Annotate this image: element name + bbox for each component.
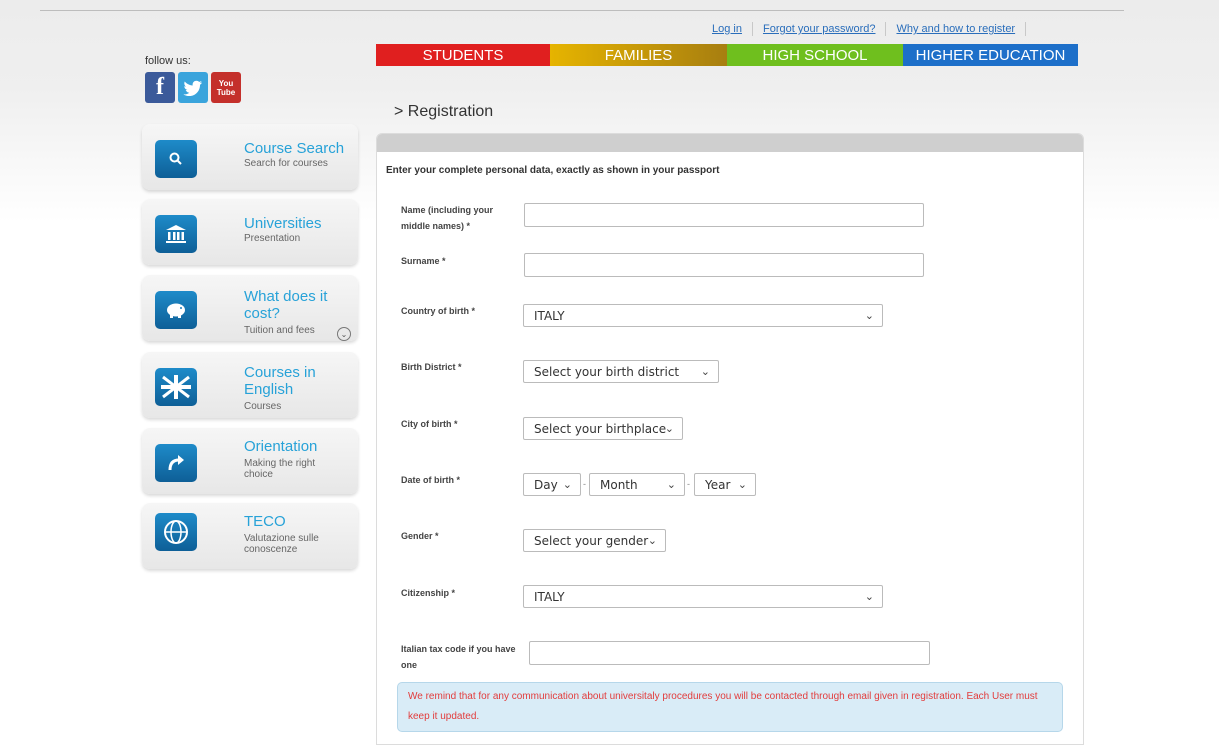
follow-label: follow us: bbox=[145, 55, 191, 67]
tab-families[interactable]: FAMILIES bbox=[550, 44, 727, 66]
tab-high-school[interactable]: HIGH SCHOOL bbox=[727, 44, 903, 66]
birth-district-select[interactable]: Select your birth district ⌄ bbox=[523, 360, 719, 383]
facebook-icon[interactable]: f bbox=[145, 72, 175, 103]
gender-value: Select your gender bbox=[534, 533, 649, 548]
country-of-birth-select[interactable]: ITALY ⌄ bbox=[523, 304, 883, 327]
twitter-icon[interactable] bbox=[178, 72, 208, 103]
citizenship-select[interactable]: ITALY ⌄ bbox=[523, 585, 883, 608]
sidebar-item-cost[interactable]: What does it cost? Tuition and fees ⌄ bbox=[142, 275, 358, 341]
top-divider bbox=[40, 10, 1124, 11]
sidebar-item-title: Course Search bbox=[244, 140, 345, 157]
search-icon bbox=[155, 140, 197, 178]
chevron-down-icon: ⌄ bbox=[700, 365, 710, 378]
sidebar-item-subtitle: Valutazione sulle conoscenze bbox=[244, 533, 319, 555]
register-info-link[interactable]: Why and how to register bbox=[886, 22, 1027, 36]
sidebar-item-subtitle: Making the right choice bbox=[244, 458, 316, 480]
dob-day-select[interactable]: Day ⌄ bbox=[523, 473, 581, 496]
dob-day-value: Day bbox=[534, 477, 558, 492]
tax-code-field[interactable] bbox=[529, 641, 930, 665]
date-separator: - bbox=[687, 479, 690, 489]
youtube-icon[interactable]: You Tube bbox=[211, 72, 241, 103]
sidebar-item-title: Courses in English bbox=[244, 364, 316, 398]
surname-field[interactable] bbox=[524, 253, 924, 277]
gender-select[interactable]: Select your gender ⌄ bbox=[523, 529, 666, 552]
city-of-birth-value: Select your birthplace bbox=[534, 421, 667, 436]
city-of-birth-select[interactable]: Select your birthplace ⌄ bbox=[523, 417, 683, 440]
sidebar-item-course-search[interactable]: Course Search Search for courses bbox=[142, 124, 358, 190]
top-tabs: STUDENTS FAMILIES HIGH SCHOOL HIGHER EDU… bbox=[376, 44, 1078, 66]
sidebar-item-title: What does it cost? bbox=[244, 288, 328, 322]
date-separator: - bbox=[583, 479, 586, 489]
piggy-bank-icon bbox=[155, 291, 197, 329]
chevron-down-icon: ⌄ bbox=[864, 590, 874, 603]
birth-district-label: Birth District * bbox=[401, 362, 462, 372]
login-link[interactable]: Log in bbox=[700, 22, 753, 36]
youtube-label-you: You bbox=[218, 78, 234, 88]
tax-code-label: Italian tax code if you have one bbox=[401, 644, 516, 670]
dob-year-value: Year bbox=[705, 477, 731, 492]
union-jack-icon bbox=[155, 368, 197, 406]
form-intro: Enter your complete personal data, exact… bbox=[386, 165, 720, 176]
sidebar-item-title: Orientation bbox=[244, 438, 318, 455]
gender-label: Gender * bbox=[401, 531, 439, 541]
birth-district-value: Select your birth district bbox=[534, 364, 680, 379]
sidebar-item-title: TECO bbox=[244, 513, 286, 530]
tab-higher-education[interactable]: HIGHER EDUCATION bbox=[903, 44, 1078, 66]
dob-year-select[interactable]: Year ⌄ bbox=[694, 473, 756, 496]
top-links: Log in Forgot your password? Why and how… bbox=[700, 20, 1027, 38]
social-links: f You Tube bbox=[145, 72, 241, 103]
sidebar-item-subtitle: Courses bbox=[244, 401, 282, 412]
globe-icon bbox=[155, 513, 197, 551]
breadcrumb: > Registration bbox=[394, 103, 494, 120]
dob-month-value: Month bbox=[600, 477, 638, 492]
youtube-label-tube: Tube bbox=[216, 87, 236, 97]
sidebar-item-subtitle: Tuition and fees bbox=[244, 325, 315, 336]
sidebar-item-subtitle: Presentation bbox=[244, 233, 301, 244]
registration-panel: Enter your complete personal data, exact… bbox=[376, 133, 1084, 745]
chevron-down-icon: ⌄ bbox=[666, 478, 676, 491]
sidebar-item-courses-english[interactable]: Courses in English Courses bbox=[142, 352, 358, 418]
city-of-birth-label: City of birth * bbox=[401, 419, 458, 429]
forgot-password-link[interactable]: Forgot your password? bbox=[753, 22, 887, 36]
university-icon bbox=[155, 215, 197, 253]
dob-month-select[interactable]: Month ⌄ bbox=[589, 473, 685, 496]
email-notice: We remind that for any communication abo… bbox=[397, 682, 1063, 732]
sidebar-item-universities[interactable]: Universities Presentation bbox=[142, 199, 358, 265]
sidebar-item-orientation[interactable]: Orientation Making the right choice bbox=[142, 428, 358, 494]
name-label: Name (including your middle names) * bbox=[401, 205, 494, 231]
surname-label: Surname * bbox=[401, 256, 446, 266]
arrow-turn-icon bbox=[155, 444, 197, 482]
chevron-down-icon: ⌄ bbox=[664, 422, 674, 435]
country-of-birth-value: ITALY bbox=[534, 308, 565, 323]
citizenship-value: ITALY bbox=[534, 589, 565, 604]
chevron-down-icon[interactable]: ⌄ bbox=[337, 327, 351, 341]
sidebar-item-teco[interactable]: TECO Valutazione sulle conoscenze bbox=[142, 503, 358, 569]
sidebar-item-subtitle: Search for courses bbox=[244, 158, 328, 169]
panel-header bbox=[377, 134, 1083, 152]
chevron-down-icon: ⌄ bbox=[864, 309, 874, 322]
chevron-down-icon: ⌄ bbox=[737, 478, 747, 491]
citizenship-label: Citizenship * bbox=[401, 588, 456, 598]
tab-students[interactable]: STUDENTS bbox=[376, 44, 550, 66]
chevron-down-icon: ⌄ bbox=[562, 478, 572, 491]
sidebar-item-title: Universities bbox=[244, 215, 322, 232]
name-field[interactable] bbox=[524, 203, 924, 227]
country-of-birth-label: Country of birth * bbox=[401, 306, 475, 316]
chevron-down-icon: ⌄ bbox=[647, 534, 657, 547]
date-of-birth-label: Date of birth * bbox=[401, 475, 461, 485]
